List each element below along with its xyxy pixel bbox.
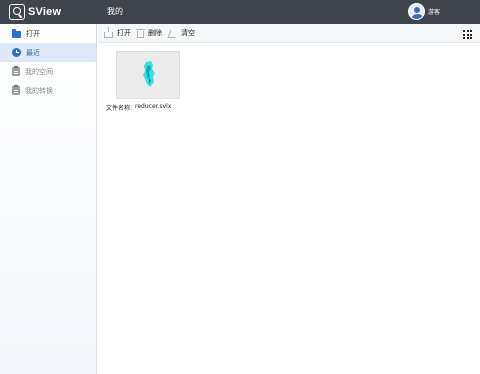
sidebar-item-label: 打开: [26, 29, 40, 38]
clear-label: 清空: [181, 29, 195, 37]
clock-icon: [12, 48, 21, 57]
open-icon: [104, 26, 113, 38]
file-name-row[interactable]: 文件名称: reducer.svlx: [106, 103, 171, 112]
open-label: 打开: [117, 29, 131, 37]
sidebar-item-my-space[interactable]: 我的空间: [0, 62, 96, 81]
open-button[interactable]: 打开: [104, 26, 131, 38]
page-title: 我的: [107, 7, 123, 16]
folder-icon: [12, 29, 21, 38]
delete-label: 删除: [148, 29, 162, 37]
sidebar-item-my-conversion[interactable]: 我的转换: [0, 81, 96, 100]
top-bar: SView 我的 游客: [0, 0, 480, 24]
toolbar: 打开 删除 清空: [98, 24, 480, 43]
sidebar-item-label: 最近: [26, 48, 40, 57]
search-logo-icon: [9, 4, 25, 20]
sidebar-item-recent[interactable]: 最近: [0, 43, 96, 62]
user-menu[interactable]: 游客: [408, 3, 440, 20]
clear-button[interactable]: 清空: [168, 28, 195, 38]
eraser-icon: [168, 29, 177, 38]
sidebar: 打开 最近 我的空间 我的转换: [0, 24, 97, 374]
app-name: SView: [28, 6, 62, 18]
model-preview-icon: [143, 61, 155, 87]
file-name-label: 文件名称:: [106, 105, 133, 112]
app-logo[interactable]: SView: [9, 4, 61, 20]
sidebar-item-label: 我的转换: [25, 86, 53, 95]
trash-icon: [136, 28, 145, 38]
file-thumbnail[interactable]: [116, 51, 180, 99]
delete-button[interactable]: 删除: [136, 28, 162, 38]
avatar[interactable]: [408, 3, 425, 20]
file-name[interactable]: reducer.svlx: [135, 103, 171, 112]
sidebar-item-open[interactable]: 打开: [0, 24, 96, 43]
clipboard-icon: [12, 85, 20, 95]
user-name[interactable]: 游客: [428, 7, 440, 16]
grid-view-icon[interactable]: [463, 30, 472, 39]
sidebar-item-label: 我的空间: [25, 67, 53, 76]
clipboard-icon: [12, 66, 20, 76]
